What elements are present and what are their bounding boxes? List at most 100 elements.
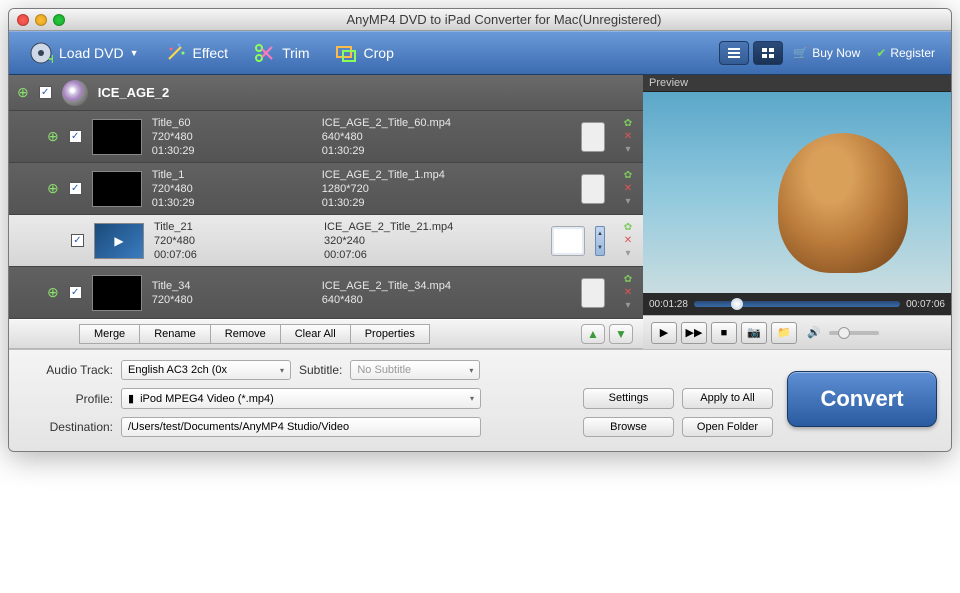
row-actions: ✿ ✕ ▾: [621, 170, 635, 207]
title-row[interactable]: ⊕✓Title_1720*48001:30:29ICE_AGE_2_Title_…: [9, 163, 643, 215]
settings-grid: Audio Track: English AC3 2ch (0x▾ Subtit…: [23, 360, 569, 437]
title-info: Title_60720*48001:30:29: [152, 116, 312, 158]
open-snapshot-folder-button[interactable]: 📁: [771, 322, 797, 344]
convert-button[interactable]: Convert: [787, 371, 937, 427]
row-delete-icon[interactable]: ✕: [624, 287, 632, 298]
ipod-icon: ▮: [128, 392, 134, 405]
scissors-icon: [252, 41, 276, 65]
row-settings-icon[interactable]: ✿: [624, 170, 632, 181]
subtitle-select[interactable]: No Subtitle▾: [350, 360, 480, 380]
row-more-icon[interactable]: ▾: [625, 144, 630, 155]
preview-time-bar: 00:01:28 00:07:06: [643, 293, 951, 315]
title-row[interactable]: ⊕✓Title_60720*48001:30:29ICE_AGE_2_Title…: [9, 111, 643, 163]
destination-field[interactable]: /Users/test/Documents/AnyMP4 Studio/Vide…: [121, 417, 481, 437]
list-view-button[interactable]: [719, 41, 749, 65]
row-delete-icon[interactable]: ✕: [624, 235, 632, 246]
row-more-icon[interactable]: ▾: [625, 300, 630, 311]
title-checkbox[interactable]: ✓: [71, 234, 84, 247]
expand-icon[interactable]: ⊕: [47, 180, 59, 197]
row-actions: ✿ ✕ ▾: [621, 274, 635, 311]
merge-button[interactable]: Merge: [79, 324, 140, 344]
effect-button[interactable]: Effect: [153, 37, 239, 69]
load-dvd-label: Load DVD: [59, 45, 124, 61]
minimize-button[interactable]: [35, 14, 47, 26]
trim-button[interactable]: Trim: [242, 37, 319, 69]
file-list[interactable]: ⊕ ✓ ICE_AGE_2 ⊕ ✓ Title_60720*48001:30:29 I…: [9, 75, 643, 319]
title-checkbox[interactable]: ✓: [69, 286, 82, 299]
move-down-button[interactable]: ▼: [609, 324, 633, 344]
crop-label: Crop: [364, 45, 394, 61]
subtitle-label: Subtitle:: [299, 363, 342, 377]
title-info: Title_34720*480: [152, 279, 312, 307]
stop-button[interactable]: ■: [711, 322, 737, 344]
title-checkbox[interactable]: ✓: [69, 182, 82, 195]
settings-button[interactable]: Settings: [583, 388, 674, 408]
play-button[interactable]: ▶: [651, 322, 677, 344]
preview-label: Preview: [643, 75, 951, 92]
app-window: AnyMP4 DVD to iPad Converter for Mac(Unr…: [8, 8, 952, 452]
audio-track-select[interactable]: English AC3 2ch (0x▾: [121, 360, 291, 380]
row-settings-icon[interactable]: ✿: [624, 222, 632, 233]
profile-label: Profile:: [23, 392, 113, 406]
title-thumbnail: [92, 275, 142, 311]
properties-button[interactable]: Properties: [351, 324, 430, 344]
device-icon: [581, 278, 605, 308]
title-info: Title_21720*48000:07:06: [154, 220, 314, 262]
move-up-button[interactable]: ▲: [581, 324, 605, 344]
disc-checkbox[interactable]: ✓: [39, 86, 52, 99]
effect-label: Effect: [193, 45, 229, 61]
title-thumbnail: [92, 171, 142, 207]
title-thumbnail: [92, 119, 142, 155]
crop-icon: [334, 41, 358, 65]
row-delete-icon[interactable]: ✕: [624, 183, 632, 194]
row-settings-icon[interactable]: ✿: [624, 274, 632, 285]
load-dvd-button[interactable]: + Load DVD ▼: [19, 37, 149, 69]
buy-now-link[interactable]: 🛒Buy Now: [787, 46, 866, 60]
expand-icon[interactable]: ⊕: [47, 284, 59, 301]
snapshot-button[interactable]: 📷: [741, 322, 767, 344]
rename-button[interactable]: Rename: [140, 324, 211, 344]
crop-button[interactable]: Crop: [324, 37, 404, 69]
browse-button[interactable]: Browse: [583, 417, 674, 437]
row-actions: ✿ ✕ ▾: [621, 118, 635, 155]
open-folder-button[interactable]: Open Folder: [682, 417, 773, 437]
list-icon: [727, 47, 741, 59]
title-info: Title_1720*48001:30:29: [152, 168, 312, 210]
title-checkbox[interactable]: ✓: [69, 130, 82, 143]
row-settings-icon[interactable]: ✿: [624, 118, 632, 129]
title-row[interactable]: ⊕ ✓ Title_34720*480 ICE_AGE_2_Title_34.mp46…: [9, 267, 643, 319]
forward-button[interactable]: ▶▶: [681, 322, 707, 344]
output-info: ICE_AGE_2_Title_21.mp4320*24000:07:06: [324, 220, 484, 262]
close-button[interactable]: [17, 14, 29, 26]
window-title: AnyMP4 DVD to iPad Converter for Mac(Unr…: [65, 12, 943, 27]
remove-button[interactable]: Remove: [211, 324, 281, 344]
row-more-icon[interactable]: ▾: [625, 248, 630, 259]
wand-icon: [163, 41, 187, 65]
output-info: ICE_AGE_2_Title_34.mp4640*480: [322, 279, 482, 307]
preview-seek-slider[interactable]: [694, 301, 900, 307]
register-link[interactable]: ✔Register: [870, 46, 941, 60]
row-delete-icon[interactable]: ✕: [624, 131, 632, 142]
profile-select[interactable]: ▮iPod MPEG4 Video (*.mp4) ▾: [121, 388, 481, 409]
content-area: ⊕ ✓ ICE_AGE_2 ⊕ ✓ Title_60720*48001:30:29 I…: [9, 75, 951, 350]
device-arrows[interactable]: ▲▼: [595, 226, 605, 256]
bottom-panel: Audio Track: English AC3 2ch (0x▾ Subtit…: [9, 350, 951, 451]
grid-view-button[interactable]: [753, 41, 783, 65]
preview-total-time: 00:07:06: [906, 299, 945, 310]
expand-icon[interactable]: ⊕: [47, 128, 59, 145]
destination-label: Destination:: [23, 420, 113, 434]
expand-icon[interactable]: ⊕: [17, 84, 29, 101]
row-more-icon[interactable]: ▾: [625, 196, 630, 207]
device-select[interactable]: [551, 226, 585, 256]
main-toolbar: + Load DVD ▼ Effect Trim Crop 🛒Buy Now ✔…: [9, 31, 951, 75]
title-row[interactable]: ✓ Title_21720*48000:07:06ICE_AGE_2_Title_…: [9, 215, 643, 267]
dvd-icon: +: [29, 41, 53, 65]
disc-row[interactable]: ⊕ ✓ ICE_AGE_2: [9, 75, 643, 111]
preview-controls: ▶ ▶▶ ■ 📷 📁 🔊: [643, 315, 951, 349]
volume-slider[interactable]: [829, 331, 879, 335]
dropdown-icon: ▾: [469, 366, 473, 375]
clear-all-button[interactable]: Clear All: [281, 324, 351, 344]
title-thumbnail: [94, 223, 144, 259]
maximize-button[interactable]: [53, 14, 65, 26]
apply-to-all-button[interactable]: Apply to All: [682, 388, 773, 408]
